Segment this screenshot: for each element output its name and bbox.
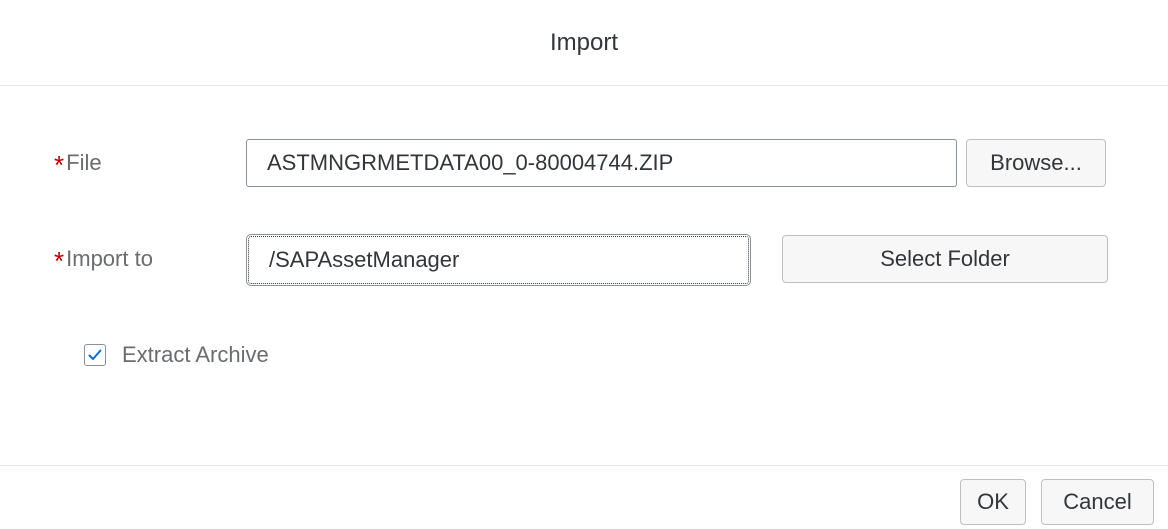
import-to-label: * Import to — [54, 237, 153, 281]
select-folder-button[interactable]: Select Folder — [782, 235, 1108, 283]
select-folder-button-label: Select Folder — [880, 246, 1010, 271]
required-marker: * — [54, 246, 65, 276]
file-label: * File — [54, 141, 102, 185]
import-to-input[interactable]: /SAPAssetManager — [246, 234, 751, 286]
ok-button[interactable]: OK — [960, 479, 1026, 525]
file-label-text: File — [66, 150, 102, 175]
extract-archive-checkbox[interactable] — [84, 344, 106, 366]
import-to-label-text: Import to — [66, 246, 153, 271]
cancel-button-label: Cancel — [1063, 489, 1132, 514]
dialog-title: Import — [0, 0, 1168, 86]
dialog-title-text: Import — [549, 28, 618, 56]
checkmark-icon — [88, 349, 102, 360]
browse-button[interactable]: Browse... — [966, 139, 1106, 187]
required-marker: * — [54, 150, 65, 180]
import-dialog: Import * File ASTMNGRMETDATA00_0-8000474… — [0, 0, 1168, 529]
browse-button-label: Browse... — [990, 150, 1082, 175]
ok-button-label: OK — [977, 489, 1009, 514]
file-input[interactable]: ASTMNGRMETDATA00_0-80004744.ZIP — [246, 139, 957, 187]
import-to-input-value: /SAPAssetManager — [269, 247, 460, 272]
extract-archive-label: Extract Archive — [122, 342, 269, 367]
extract-archive-option[interactable]: Extract Archive — [84, 337, 269, 373]
file-input-value: ASTMNGRMETDATA00_0-80004744.ZIP — [267, 150, 674, 175]
cancel-button[interactable]: Cancel — [1041, 479, 1154, 525]
